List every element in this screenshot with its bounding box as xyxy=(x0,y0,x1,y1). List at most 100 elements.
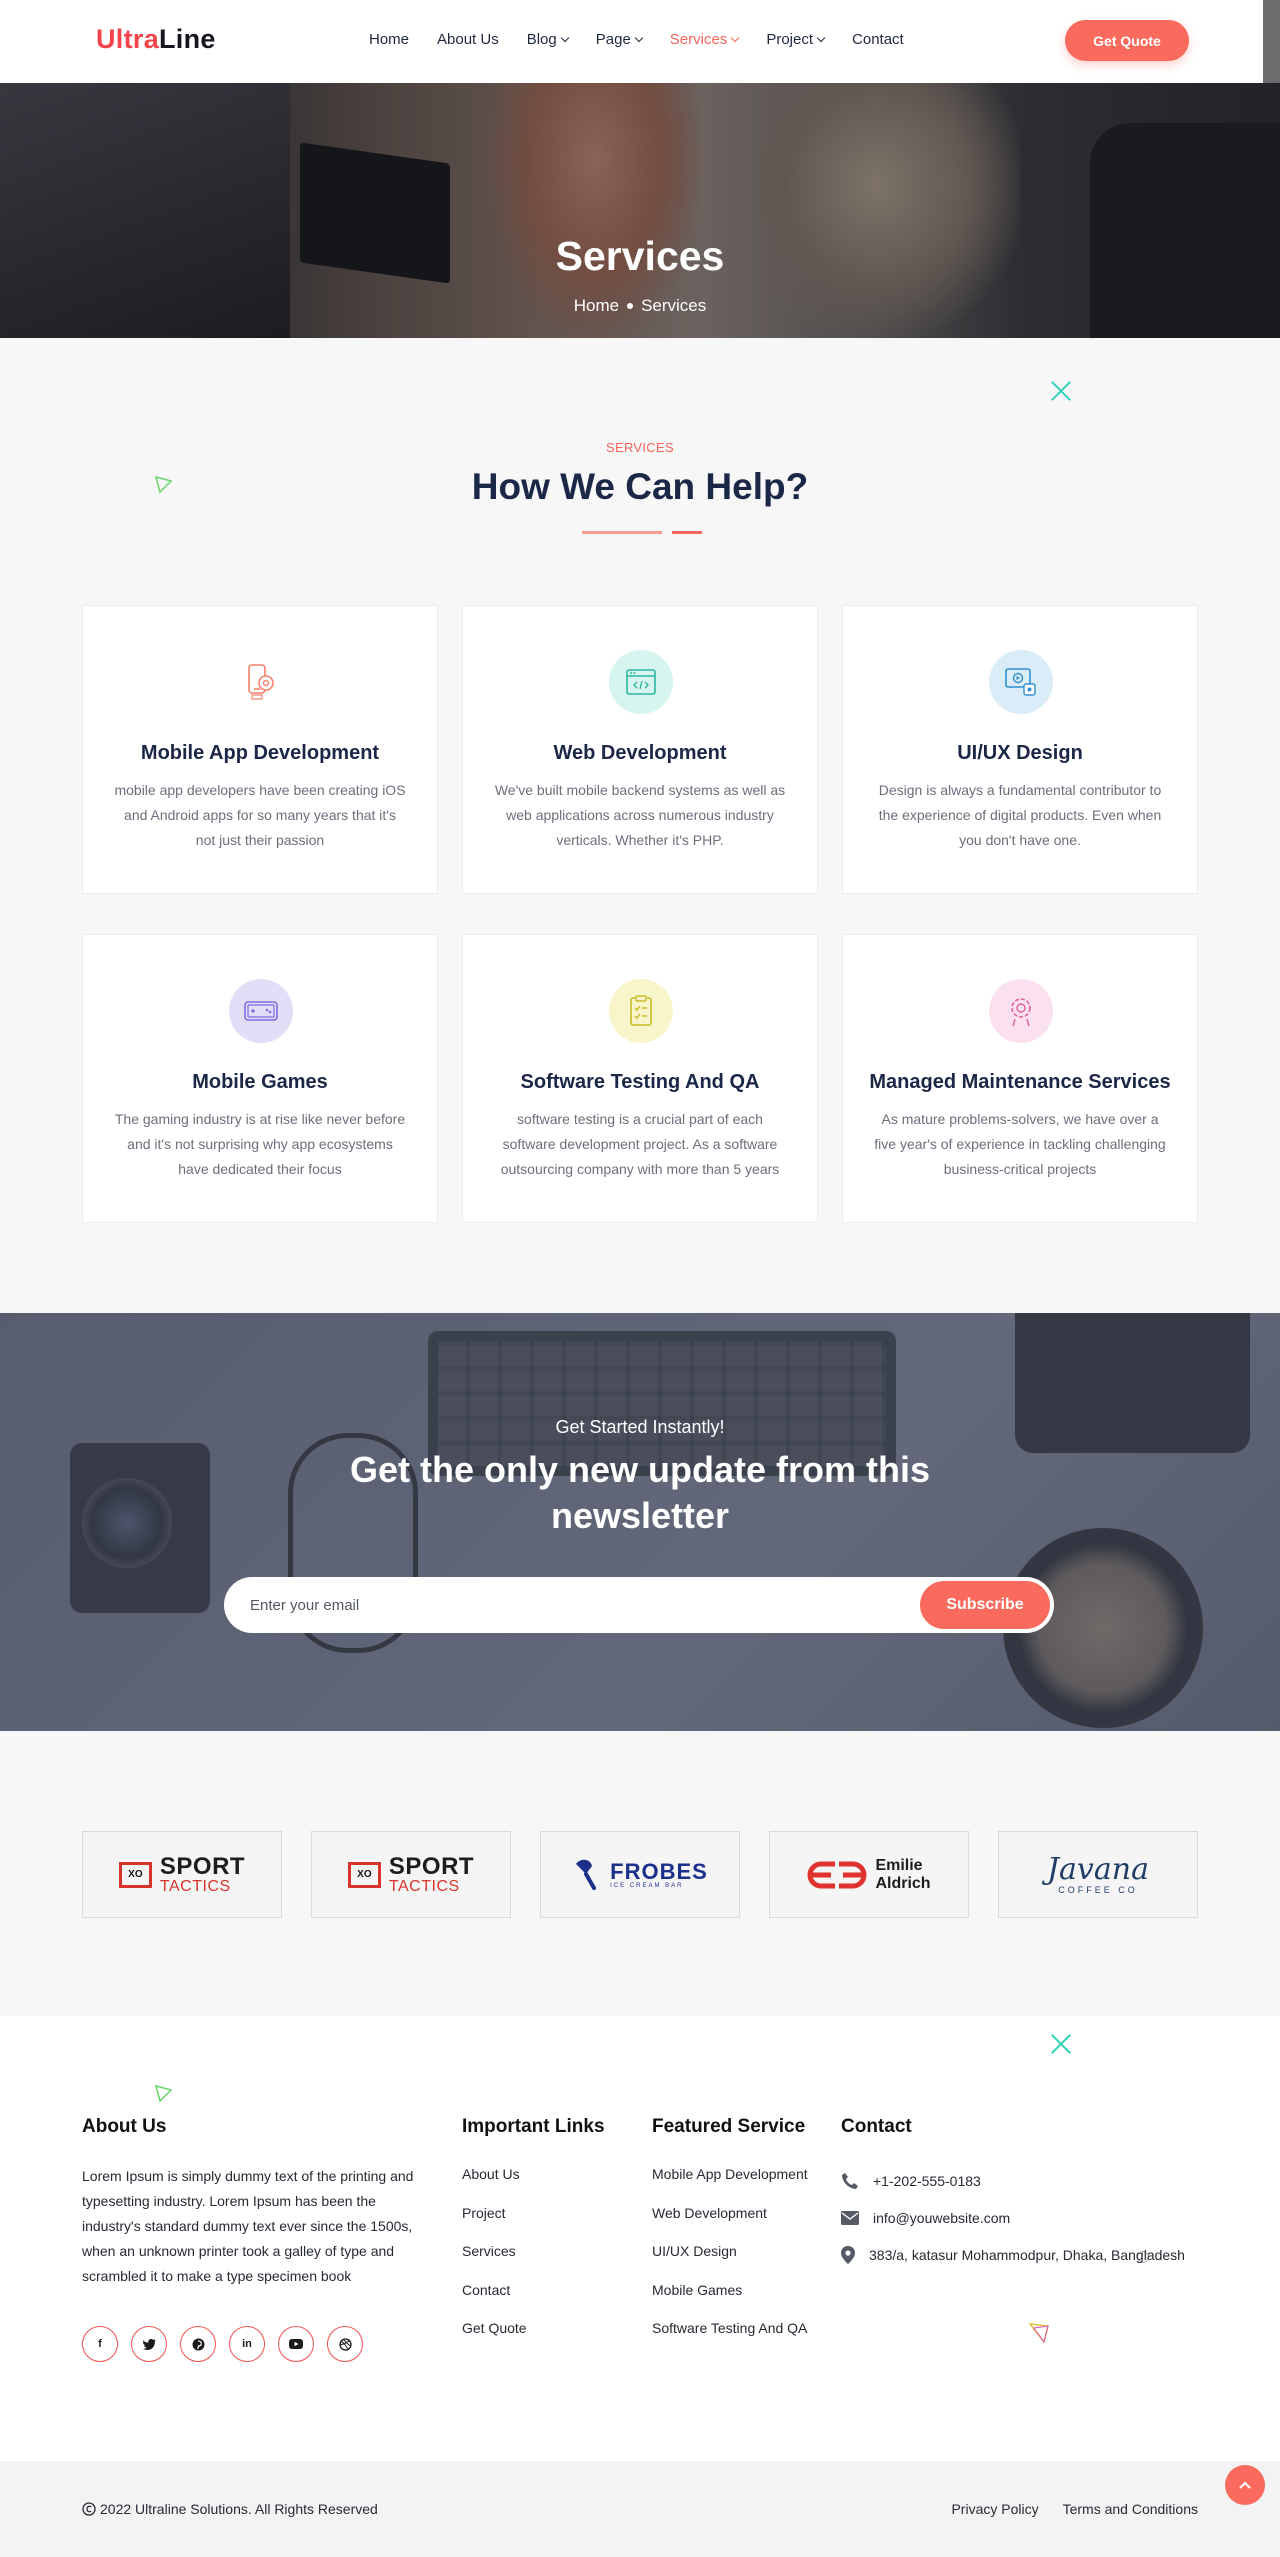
footer-featured-mobile-games[interactable]: Mobile Games xyxy=(652,2282,742,2298)
youtube-icon[interactable] xyxy=(278,2326,314,2362)
page-hero: Services Home Services xyxy=(0,83,1280,338)
breadcrumb-home[interactable]: Home xyxy=(574,296,619,316)
email-input[interactable] xyxy=(250,1577,890,1633)
service-card-text: mobile app developers have been creating… xyxy=(114,782,406,848)
title-underline xyxy=(582,531,662,534)
service-card-text: Design is always a fundamental contribut… xyxy=(878,782,1162,848)
linkedin-icon[interactable]: in xyxy=(229,2326,265,2362)
section-kicker: SERVICES xyxy=(606,440,674,455)
site-logo[interactable]: UltraLine xyxy=(96,24,216,55)
chevron-down-icon xyxy=(816,33,826,42)
legal-links: Privacy Policy Terms and Conditions xyxy=(951,2501,1198,2517)
browser-code-icon xyxy=(609,650,673,714)
service-card-title: Managed Maintenance Services xyxy=(869,1071,1171,1093)
partner-logo-javana[interactable]: Javana COFFEE CO xyxy=(998,1831,1198,1918)
nav-contact[interactable]: Contact xyxy=(852,31,904,48)
nav-project[interactable]: Project xyxy=(766,31,826,48)
logo-line: Line xyxy=(159,24,216,54)
footer-links-list: About Us Project Services Contact Get Qu… xyxy=(462,2164,527,2357)
footer-featured-list: Mobile App Development Web Development U… xyxy=(652,2164,808,2357)
footer-contact-list: +1-202-555-0183 info@youwebsite.com 383/… xyxy=(841,2162,1185,2273)
nav-about-us[interactable]: About Us xyxy=(437,31,499,48)
service-card[interactable]: Mobile App Development mobile app develo… xyxy=(82,605,438,894)
partner-name: Aldrich xyxy=(875,1874,931,1892)
social-links: f in xyxy=(82,2326,363,2362)
sport-tactics-mark: XO xyxy=(347,1861,381,1888)
nav-home[interactable]: Home xyxy=(369,31,409,48)
partner-logo-sport-tactics[interactable]: XO SPORT TACTICS xyxy=(311,1831,511,1918)
partner-name: FROBES xyxy=(610,1858,708,1884)
location-pin-icon xyxy=(841,2245,855,2264)
section-title: How We Can Help? xyxy=(471,466,809,507)
privacy-policy-link[interactable]: Privacy Policy xyxy=(951,2501,1038,2517)
dribbble-icon[interactable] xyxy=(327,2326,363,2362)
footer-link-project[interactable]: Project xyxy=(462,2205,506,2221)
footer-link-about-us[interactable]: About Us xyxy=(462,2166,520,2182)
pinterest-icon[interactable] xyxy=(180,2326,216,2362)
footer-about-heading: About Us xyxy=(82,2116,167,2137)
mobile-gear-icon xyxy=(229,650,293,714)
subscribe-button[interactable]: Subscribe xyxy=(920,1581,1050,1629)
service-card-text: software testing is a crucial part of ea… xyxy=(500,1111,780,1177)
service-card[interactable]: Mobile Games The gaming industry is at r… xyxy=(82,934,438,1223)
partner-name: SPORT xyxy=(388,1852,475,1880)
services-section: SERVICES How We Can Help? Mobile App Dev… xyxy=(0,338,1280,1313)
footer-featured-uiux[interactable]: UI/UX Design xyxy=(652,2243,737,2259)
title-underline-accent xyxy=(672,531,702,534)
footer-featured-mobile-app[interactable]: Mobile App Development xyxy=(652,2166,808,2182)
service-card[interactable]: Managed Maintenance Services As mature p… xyxy=(842,934,1198,1223)
site-footer: About Us Lorem Ipsum is simply dummy tex… xyxy=(0,2016,1280,2461)
terms-link[interactable]: Terms and Conditions xyxy=(1063,2501,1198,2517)
service-card-title: UI/UX Design xyxy=(957,742,1083,764)
service-card-title: Software Testing And QA xyxy=(520,1071,760,1093)
nav-services[interactable]: Services xyxy=(670,31,740,48)
service-card[interactable]: Software Testing And QA software testing… xyxy=(462,934,818,1223)
footer-link-get-quote[interactable]: Get Quote xyxy=(462,2320,527,2336)
footer-contact-heading: Contact xyxy=(841,2116,912,2137)
service-card-title: Mobile Games xyxy=(192,1071,328,1093)
footer-links-heading: Important Links xyxy=(462,2116,605,2137)
partner-logo-frobes[interactable]: FROBES ICE CREAM BAR xyxy=(540,1831,740,1918)
scroll-to-top-button[interactable] xyxy=(1225,2465,1265,2505)
newsletter-form: Subscribe xyxy=(224,1577,1054,1633)
ice-cream-icon xyxy=(576,1859,597,1890)
twitter-icon[interactable] xyxy=(131,2326,167,2362)
page-scrollbar[interactable] xyxy=(1263,0,1280,83)
main-nav: Home About Us Blog Page Services Project… xyxy=(369,31,932,48)
footer-featured-web-dev[interactable]: Web Development xyxy=(652,2205,767,2221)
nav-blog[interactable]: Blog xyxy=(527,31,569,48)
contact-phone[interactable]: +1-202-555-0183 xyxy=(873,2173,981,2189)
decorative-cross-icon xyxy=(1050,2033,1072,2055)
partner-logo-sport-tactics[interactable]: XO SPORT TACTICS xyxy=(82,1831,282,1918)
partner-logo-emilie-aldrich[interactable]: Emilie Aldrich xyxy=(769,1831,969,1918)
design-monitor-icon xyxy=(989,650,1053,714)
decorative-triangle-icon xyxy=(1028,2323,1049,2344)
copyright: 2022 Ultraline Solutions. All Rights Res… xyxy=(82,2501,378,2517)
footer-about-text: Lorem Ipsum is simply dummy text of the … xyxy=(82,2168,414,2284)
footer-link-services[interactable]: Services xyxy=(462,2243,516,2259)
newsletter-section: Get Started Instantly! Get the only new … xyxy=(0,1313,1280,1731)
contact-email[interactable]: info@youwebsite.com xyxy=(873,2210,1010,2226)
facebook-icon[interactable]: f xyxy=(82,2326,118,2362)
gamepad-icon xyxy=(229,979,293,1043)
newsletter-kicker: Get Started Instantly! xyxy=(555,1417,725,1437)
partner-sub: TACTICS xyxy=(159,1877,231,1895)
service-card-title: Mobile App Development xyxy=(140,742,380,764)
chevron-down-icon xyxy=(731,33,740,42)
maintenance-gear-icon xyxy=(989,979,1053,1043)
service-card-text: The gaming industry is at rise like neve… xyxy=(114,1111,406,1177)
partner-sub: COFFEE CO xyxy=(1058,1884,1138,1895)
footer-featured-testing[interactable]: Software Testing And QA xyxy=(652,2320,807,2336)
footer-link-contact[interactable]: Contact xyxy=(462,2282,510,2298)
breadcrumb-current: Services xyxy=(641,296,707,315)
sport-tactics-mark: XO xyxy=(118,1861,152,1888)
partner-name: Emilie xyxy=(875,1856,923,1874)
service-card[interactable]: Web Development We've built mobile backe… xyxy=(462,605,818,894)
emilie-aldrich-mark-icon xyxy=(808,1861,867,1888)
service-card[interactable]: UI/UX Design Design is always a fundamen… xyxy=(842,605,1198,894)
nav-page[interactable]: Page xyxy=(596,31,644,48)
decorative-cross-icon xyxy=(1050,380,1072,402)
contact-address: 383/a, katasur Mohammodpur, Dhaka, Bangl… xyxy=(869,2246,1185,2263)
get-quote-button[interactable]: Get Quote xyxy=(1065,20,1189,61)
footer-featured-heading: Featured Service xyxy=(652,2116,806,2137)
